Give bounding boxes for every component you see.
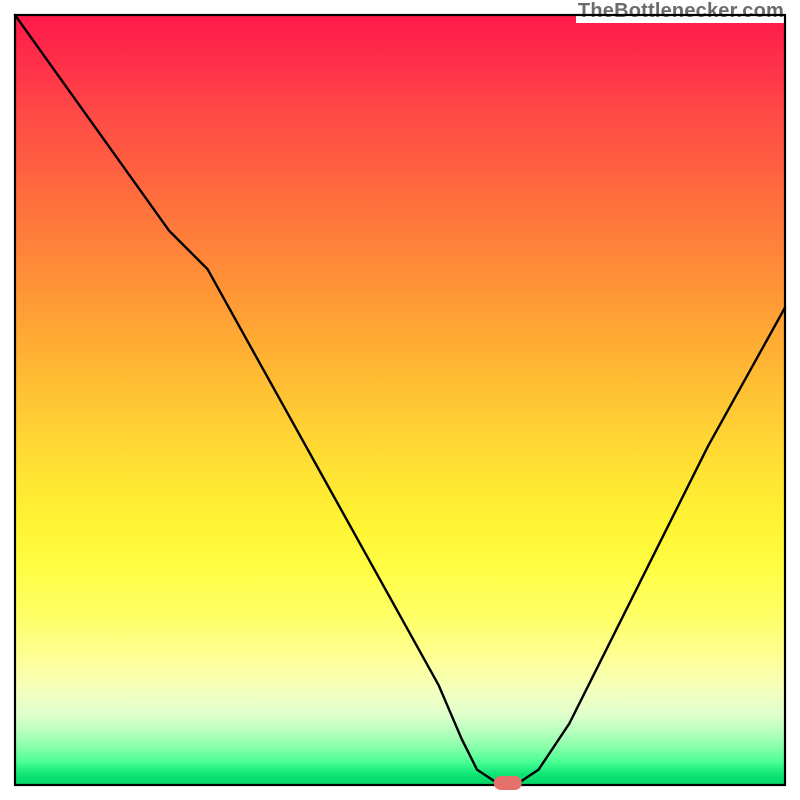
bottleneck-chart: TheBottlenecker.com [0, 0, 800, 800]
optimal-point-marker [494, 776, 522, 790]
bottleneck-curve [15, 15, 785, 785]
plot-frame [15, 15, 785, 785]
chart-overlay [0, 0, 800, 800]
